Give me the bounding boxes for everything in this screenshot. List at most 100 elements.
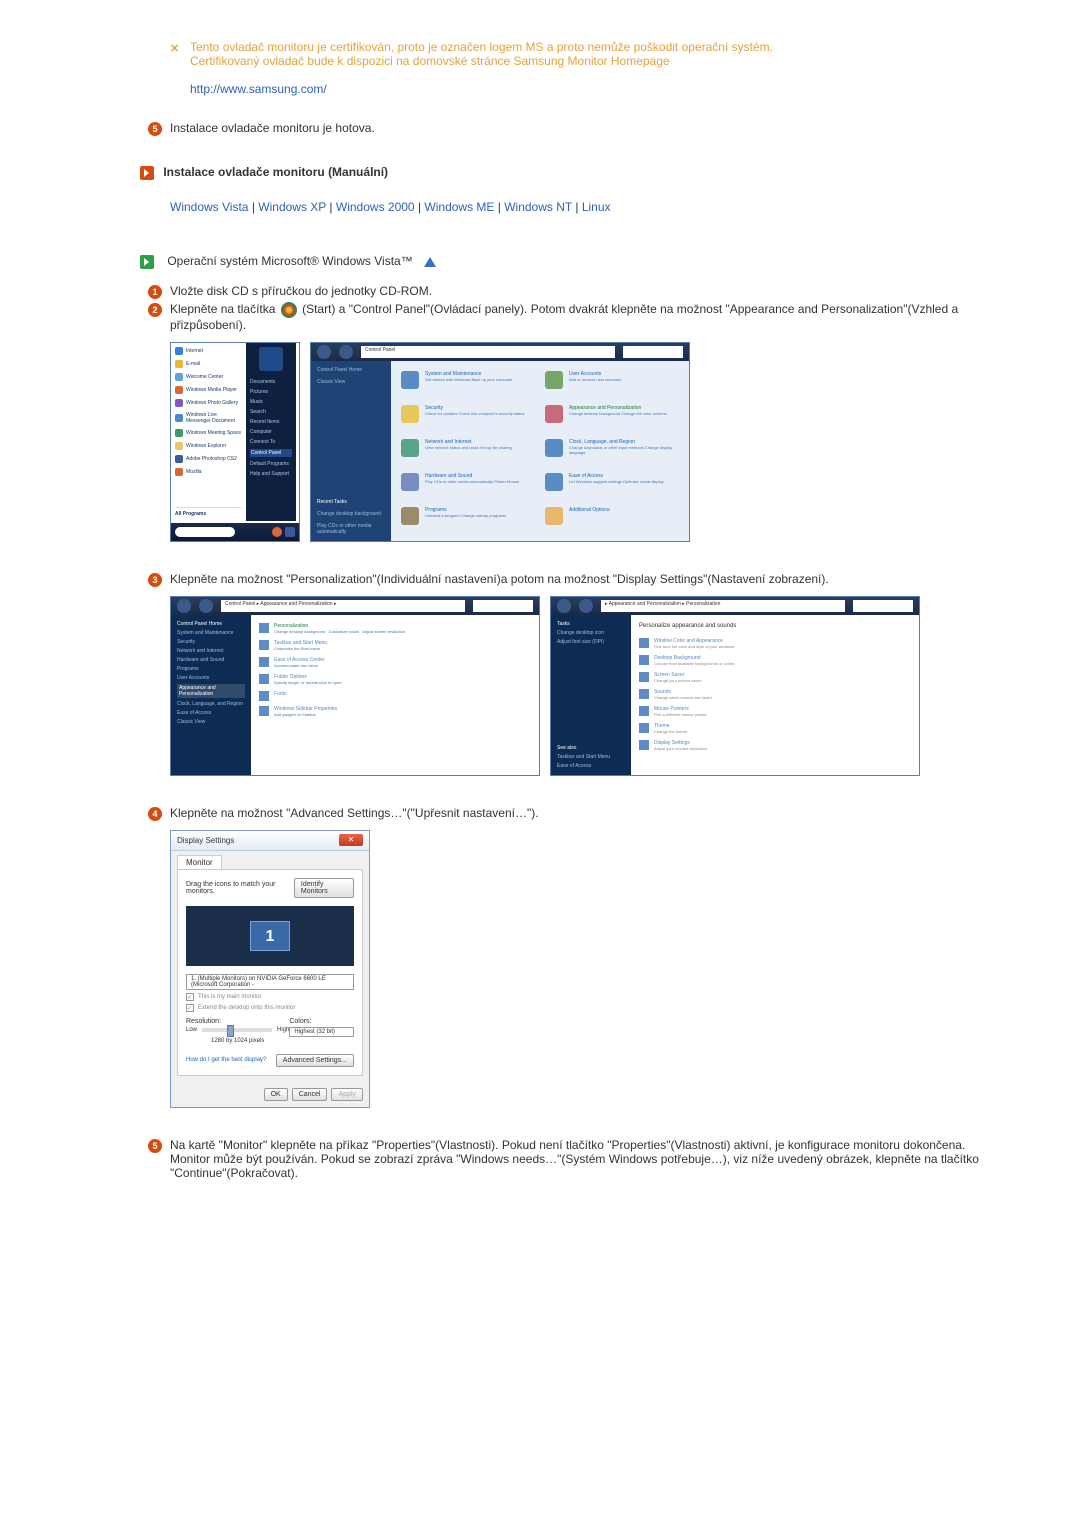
step5-text: Na kartě "Monitor" klepněte na příkaz "P… [170, 1138, 979, 1180]
ds-low-label: Low [186, 1027, 197, 1033]
note-line2: Certifikovaný ovladač bude k dispozici n… [190, 54, 1000, 68]
cp-cat-appearance: Appearance and PersonalizationChange des… [545, 405, 679, 429]
ds-slider [202, 1028, 272, 1032]
badge-5b: 5 [148, 1139, 162, 1153]
aw-back-icon [177, 599, 191, 613]
link-xp[interactable]: Windows XP [258, 200, 326, 214]
link-vista[interactable]: Windows Vista [170, 200, 248, 214]
collapse-icon[interactable] [424, 257, 436, 267]
aw-fwd-icon [199, 599, 213, 613]
aw-item-pers: PersonalizationChange desktop background… [259, 623, 531, 635]
sm-item-email: E-mail [175, 360, 242, 368]
sm-r-help: Help and Support [250, 471, 292, 477]
ds-device-dropdown: 1. (Multiple Monitors) on NVIDIA GeForce… [186, 974, 354, 990]
cp-address: Control Panel [361, 346, 615, 358]
display-settings-window: Display Settings ✕ Monitor Drag the icon… [170, 830, 370, 1108]
aw-side-7: Appearance and Personalization [177, 684, 245, 698]
pw-item-mouse: Mouse PointersPick a different mouse poi… [639, 706, 911, 718]
pw-address: ▸ Appearance and Personalization ▸ Perso… [601, 600, 845, 612]
start-icon [281, 302, 297, 318]
cp-back-icon [317, 345, 331, 359]
samsung-link[interactable]: http://www.samsung.com/ [190, 82, 327, 96]
os-links-row: Windows Vista | Windows XP | Windows 200… [170, 200, 1000, 214]
os-arrow-icon [140, 255, 154, 269]
sm-power-icon [272, 527, 282, 537]
aw-side-3: Network and Internet [177, 648, 245, 654]
aw-item-fonts: Fonts [259, 691, 531, 701]
aw-side-6: User Accounts [177, 675, 245, 681]
cp-recent-1: Change desktop background [317, 511, 385, 517]
sm-lock-icon [285, 527, 295, 537]
cp-cat-system: System and MaintenanceGet started with W… [401, 371, 535, 395]
sm-r-docs: Documents [250, 379, 292, 385]
cp-cat-clock: Clock, Language, and RegionChange keyboa… [545, 439, 679, 463]
cp-fwd-icon [339, 345, 353, 359]
badge-2: 2 [148, 303, 162, 317]
ds-ok-button: OK [264, 1088, 288, 1101]
sm-item-internet: Internet [175, 347, 242, 355]
section-arrow-icon [140, 166, 154, 180]
cp-search [623, 346, 683, 358]
note-x-marker: ✕ [170, 42, 179, 55]
ds-colors-label: Colors: [289, 1018, 354, 1025]
link-nt[interactable]: Windows NT [504, 200, 572, 214]
pw-side-sa2: Ease of Access [557, 763, 625, 769]
cp-cat-users: User AccountsAdd or remove user accounts [545, 371, 679, 395]
pw-side-2: Adjust font size (DPI) [557, 639, 625, 645]
badge-1: 1 [148, 285, 162, 299]
cp-cat-hardware: Hardware and SoundPlay CDs or other medi… [401, 473, 535, 497]
pw-side-sa1: Taskbar and Start Menu [557, 754, 625, 760]
sm-item-mozilla: Mozilla [175, 468, 242, 476]
pw-item-display: Display SettingsAdjust your monitor reso… [639, 740, 911, 752]
sm-r-search: Search [250, 409, 292, 415]
cp-cat-ease: Ease of AccessLet Windows suggest settin… [545, 473, 679, 497]
aw-side-1: System and Maintenance [177, 630, 245, 636]
cp-cat-network: Network and InternetView network status … [401, 439, 535, 463]
step3-text: Klepněte na možnost "Personalization"(In… [170, 572, 829, 586]
sm-r-connect: Connect To [250, 439, 292, 445]
ds-identify-button: Identify Monitors [294, 878, 354, 898]
note-line1: Tento ovladač monitoru je certifikován, … [190, 40, 1000, 54]
aw-side-5: Programs [177, 666, 245, 672]
os-title-text: Operační systém Microsoft® Windows Vista… [167, 254, 412, 268]
ds-apply-button: Apply [331, 1088, 363, 1101]
ds-help-link: How do I get the best display? [186, 1057, 266, 1063]
aw-side-4: Hardware and Sound [177, 657, 245, 663]
sm-all-programs: All Programs [175, 507, 242, 517]
cp-cat-security: SecurityCheck for updates Check this com… [401, 405, 535, 429]
aw-side-9: Ease of Access [177, 710, 245, 716]
aw-item-sidebar: Windows Sidebar PropertiesAdd gadgets to… [259, 706, 531, 718]
start-menu-window: Internet E-mail Welcome Center Windows M… [170, 342, 300, 542]
badge-5: 5 [148, 122, 162, 136]
control-panel-window: Control Panel Control Panel Home Classic… [310, 342, 690, 542]
ds-res-value: 1280 by 1024 pixels [186, 1038, 289, 1044]
aw-side-8: Clock, Language, and Region [177, 701, 245, 707]
aw-item-ease: Ease of Access CenterAccommodate low vis… [259, 657, 531, 669]
pw-fwd-icon [579, 599, 593, 613]
manual-install-heading: Instalace ovladače monitoru (Manuální) [163, 165, 388, 179]
pw-side-1: Change desktop icon [557, 630, 625, 636]
sm-search-input [175, 527, 235, 537]
link-linux[interactable]: Linux [582, 200, 611, 214]
link-2000[interactable]: Windows 2000 [336, 200, 415, 214]
badge-4: 4 [148, 807, 162, 821]
sm-item-wmp: Windows Media Player [175, 386, 242, 394]
sm-r-music: Music [250, 399, 292, 405]
sm-item-welcome: Welcome Center [175, 373, 242, 381]
pw-item-theme: ThemeChange the theme. [639, 723, 911, 735]
aw-side-10: Classic View [177, 719, 245, 725]
pw-side-tasks: Tasks [557, 621, 625, 627]
sm-avatar [259, 347, 283, 371]
ds-advanced-button: Advanced Settings... [276, 1054, 354, 1067]
sm-item-gallery: Windows Photo Gallery [175, 399, 242, 407]
link-me[interactable]: Windows ME [424, 200, 494, 214]
cp-side-classic: Classic View [317, 379, 385, 385]
pw-item-ss: Screen SaverChange your screen saver. [639, 672, 911, 684]
sm-r-computer: Computer [250, 429, 292, 435]
cp-recent-2: Play CDs or other media automatically [317, 523, 385, 535]
sm-r-recent: Recent Items [250, 419, 292, 425]
pw-item-sounds: SoundsChange which sounds are heard. [639, 689, 911, 701]
sm-r-default: Default Programs [250, 461, 292, 467]
sm-item-explorer: Windows Explorer [175, 442, 242, 450]
cp-cat-additional: Additional Options [545, 507, 679, 531]
